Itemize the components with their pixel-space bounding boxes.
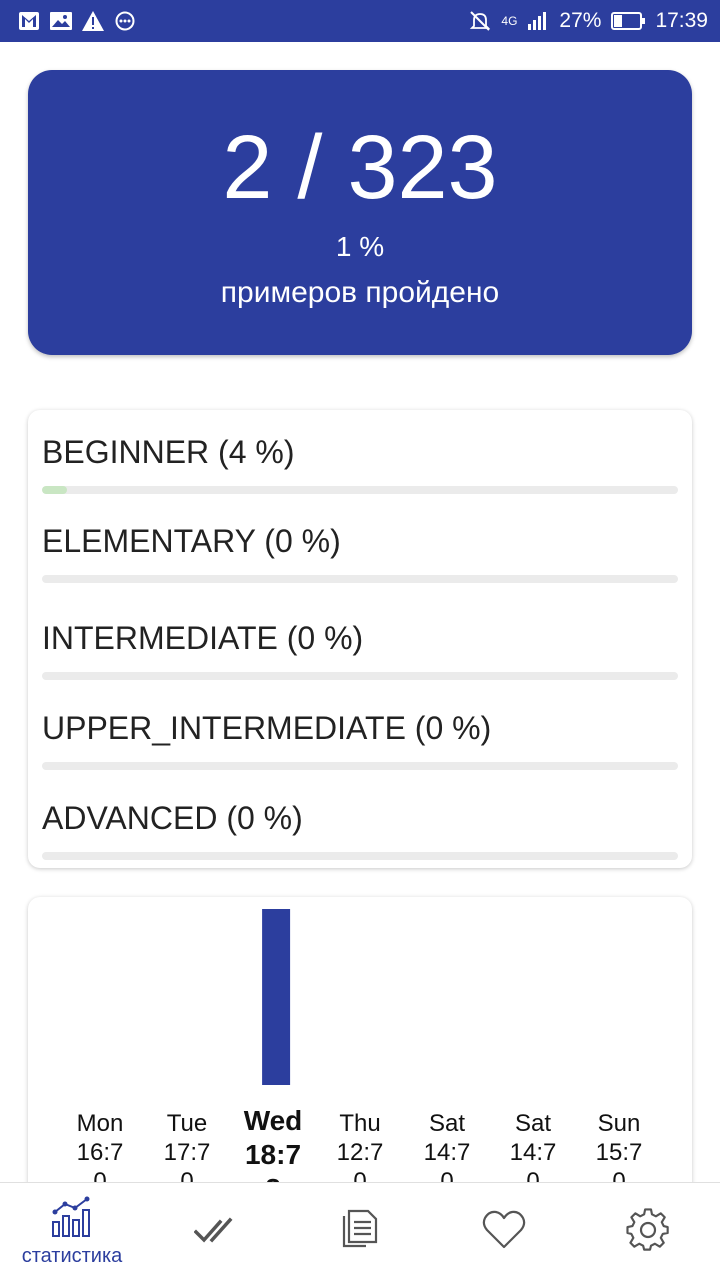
nav-statistics[interactable]: статистика [0,1183,144,1280]
day-name: Wed [243,1105,303,1136]
gear-icon [626,1207,670,1257]
level-progress-bar [42,672,678,680]
level-elementary[interactable]: ELEMENTARY (0 %) [42,521,678,583]
solved-count: 2 / 323 [222,118,498,218]
level-progress-bar [42,486,678,494]
level-intermediate[interactable]: INTERMEDIATE (0 %) [42,618,678,680]
day-name: Mon [76,1110,124,1137]
level-progress-bar [42,575,678,583]
day-date: 16:7 [76,1139,124,1166]
weekly-activity-card: Mon 16:7 0 Tue 17:7 0 Wed 18:7 2 Thu 12:… [28,897,692,1197]
nav-statistics-label: статистика [21,1245,123,1267]
nav-completed[interactable] [144,1183,288,1280]
level-progress-bar [42,762,678,770]
network-type: 4G [501,14,518,28]
day-name: Sun [597,1110,641,1137]
day-name: Tue [166,1110,208,1137]
nav-examples[interactable] [288,1183,432,1280]
solved-percent: 1 % [335,231,385,262]
day-date: 18:7 [244,1139,302,1170]
day-name: Sat [428,1110,466,1137]
status-bar: 4G 27% 17:39 [0,0,720,42]
levels-card: BEGINNER (4 %) ELEMENTARY (0 %) INTERMED… [28,410,692,868]
level-label: BEGINNER (4 %) [42,434,295,470]
signal-icon [527,10,549,32]
day-date: 12:7 [336,1139,384,1166]
level-label: UPPER_INTERMEDIATE (0 %) [42,710,492,746]
mute-icon [469,10,491,32]
level-progress-fill [42,486,68,494]
gmail-icon [18,10,40,32]
activity-bar-wed-2 [262,909,291,1085]
level-progress-bar [42,852,678,860]
level-label: INTERMEDIATE (0 %) [42,620,364,656]
day-date: 15:7 [595,1139,643,1166]
day-name: Sat [514,1110,552,1137]
level-beginner[interactable]: BEGINNER (4 %) [42,432,678,494]
warning-icon [82,10,104,32]
solved-caption: примеров пройдено [220,276,500,309]
heart-icon [482,1210,526,1255]
level-label: ADVANCED (0 %) [42,800,303,836]
day-name: Thu [339,1110,381,1137]
weekly-activity-chart [262,909,291,1085]
statistics-icon [49,1196,95,1243]
more-icon [114,10,136,32]
clock: 17:39 [655,9,708,32]
level-advanced[interactable]: ADVANCED (0 %) [42,798,678,860]
nav-settings[interactable] [576,1183,720,1280]
status-bar-notifications [18,10,136,32]
day-date: 14:7 [509,1139,557,1166]
nav-favorites[interactable] [432,1183,576,1280]
level-upper-intermediate[interactable]: UPPER_INTERMEDIATE (0 %) [42,708,678,770]
gallery-icon [50,10,72,32]
documents-icon [340,1208,380,1257]
battery-percent: 27% [559,9,602,32]
bottom-navigation: статистика [0,1182,720,1280]
double-check-icon [193,1215,238,1250]
status-bar-system: 4G 27% 17:39 [469,9,708,33]
level-label: ELEMENTARY (0 %) [42,523,341,559]
battery-icon [611,10,646,32]
day-date: 17:7 [163,1139,211,1166]
progress-summary-card: 2 / 323 1 % примеров пройдено [28,70,692,355]
day-date: 14:7 [423,1139,471,1166]
